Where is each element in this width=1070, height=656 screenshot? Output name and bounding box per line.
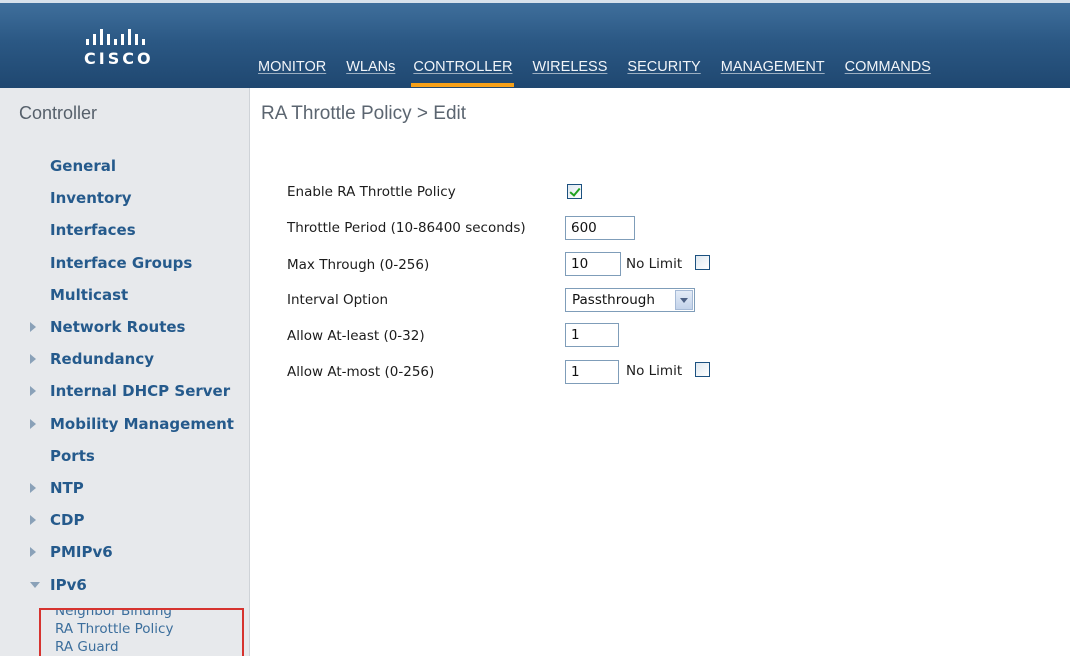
sidebar-item-label: NTP xyxy=(50,478,84,497)
collapse-arrow-icon xyxy=(30,581,40,588)
sidebar-item-label: Inventory xyxy=(50,189,132,208)
allow-at-most-label: Allow At-most (0-256) xyxy=(287,364,435,380)
nav-wireless[interactable]: WIRELESS xyxy=(524,47,615,87)
sidebar-item-label: CDP xyxy=(50,511,85,530)
interval-option-value: Passthrough xyxy=(572,292,655,308)
allow-at-most-nolimit-checkbox[interactable] xyxy=(695,362,710,377)
sidebar-item-internal-dhcp-server[interactable]: Internal DHCP Server xyxy=(0,375,250,407)
sidebar-item-label: Internal DHCP Server xyxy=(50,382,231,401)
max-through-label: Max Through (0-256) xyxy=(287,257,430,273)
nav-monitor[interactable]: MONITOR xyxy=(250,47,334,87)
sidebar-item-cdp[interactable]: CDP xyxy=(0,504,250,536)
expand-arrow-icon xyxy=(30,515,36,526)
enable-ra-throttle-checkbox[interactable] xyxy=(567,184,582,199)
header-bar: CISCO MONITOR WLANs CONTROLLER WIRELESS … xyxy=(0,0,1070,88)
sidebar: Controller General Inventory Interfaces … xyxy=(0,88,250,656)
submenu-item-neighbor-binding[interactable]: Neighbor Binding xyxy=(41,610,242,620)
max-through-nolimit-checkbox[interactable] xyxy=(695,255,710,270)
cisco-logo-text: CISCO xyxy=(84,49,154,68)
sidebar-item-pmipv6[interactable]: PMIPv6 xyxy=(0,536,250,568)
sidebar-item-label: Ports xyxy=(50,446,95,465)
sidebar-item-label: Network Routes xyxy=(50,318,186,337)
sidebar-item-ports[interactable]: Ports xyxy=(0,440,250,472)
sidebar-item-label: Redundancy xyxy=(50,350,155,369)
nav-management[interactable]: MANAGEMENT xyxy=(713,47,833,87)
sidebar-item-interface-groups[interactable]: Interface Groups xyxy=(0,247,250,279)
sidebar-item-label: General xyxy=(50,157,116,176)
expand-arrow-icon xyxy=(30,418,36,429)
enable-ra-throttle-label: Enable RA Throttle Policy xyxy=(287,184,456,200)
submenu-item-ra-throttle-policy[interactable]: RA Throttle Policy xyxy=(41,620,242,638)
sidebar-item-general[interactable]: General xyxy=(0,150,250,182)
allow-at-least-input[interactable] xyxy=(565,323,619,347)
max-through-input[interactable] xyxy=(565,252,621,276)
cisco-logo-bars xyxy=(86,25,174,45)
nav-security[interactable]: SECURITY xyxy=(619,47,708,87)
throttle-period-input[interactable] xyxy=(565,216,635,240)
nav-controller[interactable]: CONTROLLER xyxy=(405,47,520,87)
cisco-logo: CISCO xyxy=(84,25,174,85)
allow-at-least-label: Allow At-least (0-32) xyxy=(287,328,425,344)
top-nav: MONITOR WLANs CONTROLLER WIRELESS SECURI… xyxy=(250,47,939,87)
sidebar-item-network-routes[interactable]: Network Routes xyxy=(0,311,250,343)
chevron-down-icon[interactable] xyxy=(675,290,693,310)
interval-option-select[interactable]: Passthrough xyxy=(565,288,695,312)
sidebar-title: Controller xyxy=(19,103,98,123)
sidebar-item-label: PMIPv6 xyxy=(50,543,113,562)
expand-arrow-icon xyxy=(30,322,36,333)
expand-arrow-icon xyxy=(30,386,36,397)
ipv6-submenu-highlight: Neighbor Binding RA Throttle Policy RA G… xyxy=(39,608,244,656)
nav-commands[interactable]: COMMANDS xyxy=(837,47,939,87)
sidebar-item-label: Mobility Management xyxy=(50,414,234,433)
allow-at-most-input[interactable] xyxy=(565,360,619,384)
max-through-nolimit-label: No Limit xyxy=(626,256,683,272)
expand-arrow-icon xyxy=(30,482,36,493)
sidebar-item-label: Interfaces xyxy=(50,221,136,240)
sidebar-item-label: Multicast xyxy=(50,285,129,304)
throttle-period-label: Throttle Period (10-86400 seconds) xyxy=(287,220,526,236)
sidebar-item-ntp[interactable]: NTP xyxy=(0,472,250,504)
sidebar-item-redundancy[interactable]: Redundancy xyxy=(0,343,250,375)
sidebar-item-inventory[interactable]: Inventory xyxy=(0,182,250,214)
page-title: RA Throttle Policy > Edit xyxy=(261,103,467,124)
sidebar-item-label: Interface Groups xyxy=(50,253,193,272)
sidebar-item-label: IPv6 xyxy=(50,575,87,594)
submenu-item-ra-guard[interactable]: RA Guard xyxy=(41,638,242,656)
expand-arrow-icon xyxy=(30,354,36,365)
sidebar-menu: General Inventory Interfaces Interface G… xyxy=(0,150,250,601)
sidebar-item-interfaces[interactable]: Interfaces xyxy=(0,214,250,246)
sidebar-item-ipv6[interactable]: IPv6 xyxy=(0,568,250,600)
allow-at-most-nolimit-label: No Limit xyxy=(626,363,683,379)
interval-option-label: Interval Option xyxy=(287,292,389,308)
sidebar-item-mobility-management[interactable]: Mobility Management xyxy=(0,408,250,440)
expand-arrow-icon xyxy=(30,547,36,558)
sidebar-item-multicast[interactable]: Multicast xyxy=(0,279,250,311)
nav-wlans[interactable]: WLANs xyxy=(338,47,403,87)
